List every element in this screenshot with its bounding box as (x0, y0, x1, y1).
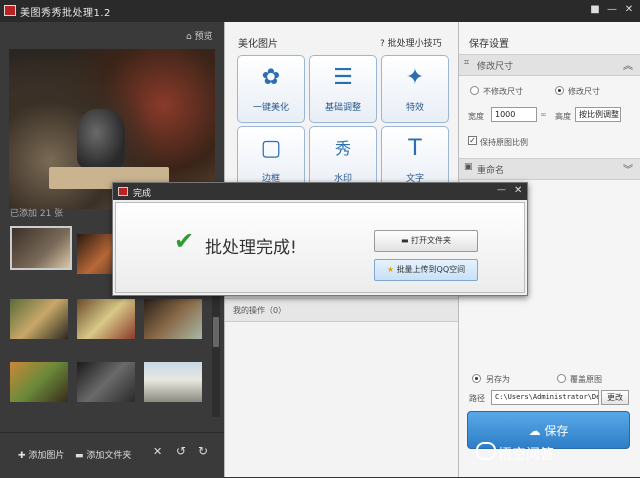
minimize-button[interactable]: — (605, 3, 619, 17)
preview-vase (77, 109, 125, 169)
add-folder-button[interactable]: ▬ 添加文件夹 (75, 448, 131, 461)
window-title: 美图秀秀批处理1.2 (20, 8, 111, 19)
rename-icon: ▣ (464, 162, 473, 172)
dialog-title-bar: 完成 — ✕ (113, 183, 527, 200)
rename-section-header[interactable]: ▣ 重命名 ︾ (459, 158, 640, 180)
star-icon: ★ (386, 265, 395, 274)
upload-qzone-button[interactable]: ★ 批量上传到QQ空间 (374, 259, 478, 281)
keep-ratio-label: 保持原图比例 (480, 138, 528, 147)
width-label: 宽度 (468, 112, 484, 121)
question-icon: ? (380, 39, 385, 49)
tile-label: 基础调整 (324, 103, 361, 113)
flower-icon: ✿ (261, 65, 281, 90)
change-path-button[interactable]: 更改 (601, 390, 629, 405)
open-folder-label: 打开文件夹 (411, 236, 452, 245)
dialog-minimize-button[interactable]: — (497, 185, 506, 195)
height-label: 高度 (555, 112, 571, 121)
thumbnail[interactable] (77, 362, 135, 402)
scroll-thumb[interactable] (213, 317, 219, 347)
path-label: 路径 (469, 394, 485, 403)
save-settings-title: 保存设置 (469, 39, 509, 50)
dialog-title: 完成 (133, 189, 152, 199)
folder-icon: ▬ (400, 236, 409, 245)
completion-message: 批处理完成! (205, 238, 297, 258)
add-image-button[interactable]: ✚ 添加图片 (18, 448, 64, 461)
tips-label: 批处理小技巧 (387, 39, 442, 49)
thumbnail[interactable] (10, 362, 68, 402)
height-input[interactable]: 按比例调整 (575, 107, 621, 122)
thumbnail-selected[interactable] (10, 226, 72, 270)
watermark-text: 悟空问答 (498, 447, 554, 463)
tile-label: 一键美化 (252, 103, 289, 113)
rotate-right-icon[interactable]: ↻ (198, 444, 208, 458)
dialog-body: ✔ 批处理完成! ▬ 打开文件夹 ★ 批量上传到QQ空间 (115, 202, 525, 293)
bottom-toolbar: ✚ 添加图片 ▬ 添加文件夹 ✕ ↺ ↻ (0, 432, 224, 478)
thumbnail[interactable] (10, 299, 68, 339)
folder-icon: ▬ (75, 451, 84, 461)
no-resize-radio[interactable] (470, 86, 479, 95)
overwrite-radio[interactable] (557, 374, 566, 383)
tile-label: 特效 (405, 103, 424, 113)
overwrite-label: 覆盖原图 (570, 375, 602, 384)
add-folder-label: 添加文件夹 (86, 451, 132, 461)
chevron-up-icon: ︽ (623, 61, 633, 72)
magic-wand-icon: ✦ (405, 65, 425, 90)
save-button-label: 保存 (544, 424, 569, 438)
save-as-label: 另存为 (486, 375, 510, 384)
text-icon: T (408, 136, 422, 161)
completion-dialog: 完成 — ✕ ✔ 批处理完成! ▬ 打开文件夹 ★ 批量上传到QQ空间 (112, 182, 528, 296)
open-folder-button[interactable]: ▬ 打开文件夹 (374, 230, 478, 252)
width-input[interactable]: 1000 (491, 107, 537, 122)
path-input[interactable]: C:\Users\Administrator\De: (491, 390, 599, 405)
delete-icon[interactable]: ✕ (153, 445, 162, 458)
dialog-close-button[interactable]: ✕ (514, 185, 522, 196)
skin-button[interactable]: ■ (588, 3, 602, 17)
resize-section-label: 修改尺寸 (477, 62, 514, 72)
thumbnail[interactable] (144, 299, 202, 339)
thumbnail[interactable] (77, 299, 135, 339)
frame-icon: ▢ (260, 136, 282, 161)
tile-effects[interactable]: ✦ 特效 (381, 55, 449, 123)
my-operations-label: 我的操作（0） (233, 306, 287, 315)
plus-icon: ✚ (18, 451, 26, 461)
resize-section-header[interactable]: ⌗ 修改尺寸 ︽ (459, 54, 640, 76)
save-as-radio[interactable] (472, 374, 481, 383)
tile-one-click[interactable]: ✿ 一键美化 (237, 55, 305, 123)
my-operations-header: 我的操作（0） (225, 298, 459, 322)
thumbnail[interactable] (144, 362, 202, 402)
crop-icon: ⌗ (464, 58, 470, 68)
app-icon (4, 5, 16, 16)
save-icon: ☁ (528, 424, 541, 438)
keep-ratio-checkbox[interactable]: ✓ (468, 136, 477, 145)
resize-label: 修改尺寸 (568, 87, 600, 96)
watermark-icon: 秀 (334, 139, 351, 158)
rotate-left-icon[interactable]: ↺ (176, 444, 186, 458)
no-resize-label: 不修改尺寸 (483, 87, 523, 96)
preview-link[interactable]: ⌂ 预览 (186, 29, 213, 42)
dialog-app-icon (118, 187, 128, 196)
beautify-title: 美化图片 (238, 39, 278, 50)
chat-bubble-icon (476, 442, 496, 460)
close-button[interactable]: ✕ (622, 3, 636, 17)
tips-link[interactable]: ? 批处理小技巧 (380, 36, 442, 49)
link-icon[interactable]: ∞ (540, 110, 547, 119)
tile-basic-adjust[interactable]: ☰ 基础调整 (309, 55, 377, 123)
preview-icon: ⌂ (186, 32, 192, 42)
chevron-down-icon: ︾ (623, 165, 633, 176)
sliders-icon: ☰ (333, 65, 353, 90)
preview-label: 预览 (194, 32, 213, 42)
rename-section-label: 重命名 (477, 166, 505, 176)
title-bar: 美图秀秀批处理1.2 ■ — ✕ (0, 0, 640, 22)
added-count: 已添加 21 张 (10, 209, 64, 219)
upload-qzone-label: 批量上传到QQ空间 (396, 265, 466, 274)
checkmark-icon: ✔ (174, 227, 195, 255)
watermark: 悟空问答 (476, 442, 554, 464)
add-image-label: 添加图片 (28, 451, 65, 461)
resize-radio[interactable] (555, 86, 564, 95)
